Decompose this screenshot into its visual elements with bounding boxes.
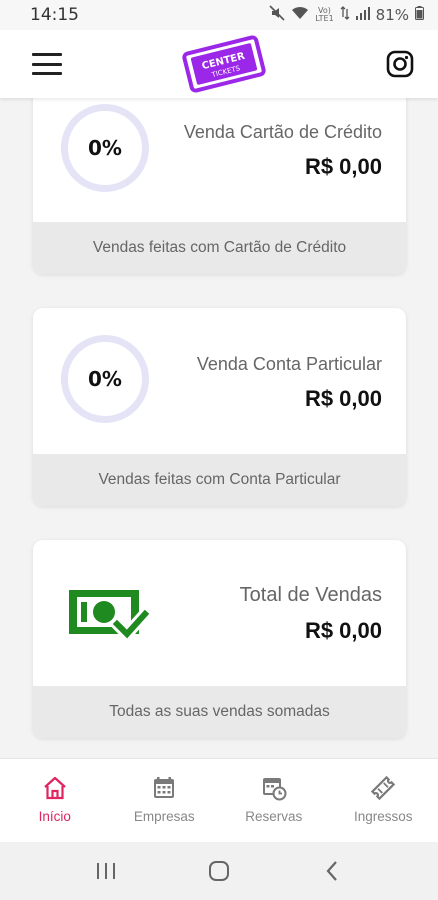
recent-apps-icon[interactable] [86, 851, 126, 891]
nav-item-empresas[interactable]: Empresas [110, 759, 220, 842]
private-account-footer: Vendas feitas com Conta Particular [33, 454, 406, 506]
calendar-icon [151, 775, 177, 801]
home-button-icon[interactable] [199, 851, 239, 891]
app-bar: CENTER TICKETS [0, 30, 438, 98]
money-check-icon [67, 586, 154, 648]
ticket-icon [370, 775, 396, 801]
back-icon[interactable] [312, 851, 352, 891]
network-type: Vo) LTE1 [315, 6, 334, 23]
private-account-progress-ring: 0% [61, 335, 149, 423]
battery-icon [415, 6, 424, 24]
private-account-sales-card: 0% Venda Conta Particular R$ 0,00 Vendas… [33, 308, 406, 506]
total-sales-label: Total de Vendas [239, 584, 382, 606]
dashboard-content[interactable]: 0% Venda Cartão de Crédito R$ 0,00 Venda… [0, 98, 438, 758]
bottom-navigation: Início Empresas Reservas Ingressos [0, 758, 438, 842]
nav-item-inicio[interactable]: Início [0, 759, 110, 842]
nav-label-inicio: Início [38, 809, 71, 824]
home-icon [42, 775, 68, 801]
total-sales-footer: Todas as suas vendas somadas [33, 686, 406, 738]
nav-label-empresas: Empresas [133, 809, 195, 824]
wifi-icon [291, 6, 309, 24]
total-sales-card: Total de Vendas R$ 0,00 Todas as suas ve… [33, 540, 406, 738]
signal-icon [355, 6, 370, 24]
private-account-label: Venda Conta Particular [196, 354, 382, 374]
menu-icon[interactable] [32, 53, 62, 75]
credit-card-percent: 0% [88, 136, 122, 160]
private-account-value: R$ 0,00 [304, 386, 382, 411]
status-time: 14:15 [30, 5, 79, 25]
credit-card-footer: Vendas feitas com Cartão de Crédito [33, 222, 406, 274]
nav-label-reservas: Reservas [245, 809, 303, 824]
nav-item-ingressos[interactable]: Ingressos [329, 759, 438, 842]
status-bar: 14:15 Vo) LTE1 81% [0, 0, 438, 30]
private-account-percent: 0% [88, 367, 122, 391]
data-arrows-icon [340, 6, 350, 24]
credit-card-progress-ring: 0% [61, 104, 149, 192]
status-icons: Vo) LTE1 81% [269, 5, 424, 25]
battery-level: 81% [375, 6, 409, 24]
credit-card-value: R$ 0,00 [304, 154, 382, 179]
mute-icon [269, 5, 285, 25]
nav-item-reservas[interactable]: Reservas [219, 759, 329, 842]
credit-card-label: Venda Cartão de Crédito [183, 122, 382, 142]
calendar-clock-icon [261, 775, 287, 801]
center-tickets-logo: CENTER TICKETS [179, 35, 269, 93]
credit-card-sales-card: 0% Venda Cartão de Crédito R$ 0,00 Venda… [33, 98, 406, 274]
system-navigation-bar [0, 842, 438, 900]
instagram-icon[interactable] [386, 50, 414, 78]
nav-label-ingressos: Ingressos [353, 809, 413, 824]
total-sales-value: R$ 0,00 [304, 618, 382, 643]
